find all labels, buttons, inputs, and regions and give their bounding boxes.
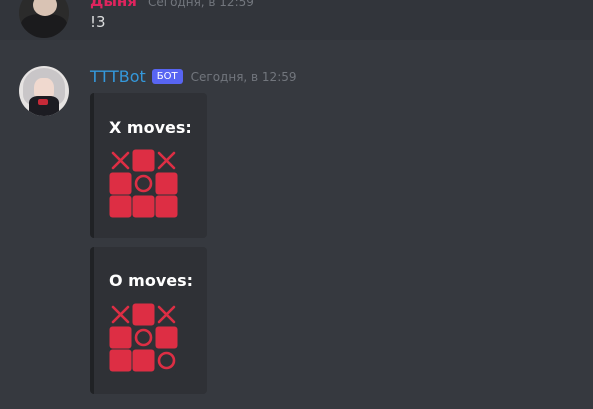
cross-mark-icon bbox=[155, 149, 178, 172]
red-square-icon bbox=[132, 303, 155, 326]
previous-author-avatar[interactable] bbox=[19, 0, 69, 38]
embed-x-moves: X moves: bbox=[90, 93, 207, 238]
red-square-icon bbox=[155, 326, 178, 349]
tic-tac-toe-board bbox=[109, 303, 178, 372]
avatar-body-shape bbox=[21, 14, 67, 38]
red-square-icon bbox=[132, 149, 155, 172]
cross-mark-icon bbox=[155, 303, 178, 326]
previous-author-name[interactable]: Дыня bbox=[90, 0, 137, 10]
bot-message-timestamp: Сегодня, в 12:59 bbox=[190, 69, 297, 84]
embed-title: O moves: bbox=[109, 271, 194, 290]
red-square-icon bbox=[109, 195, 132, 218]
chat-view: Дыня Сегодня, в 12:59 !3 TTTBot БОТ Сего… bbox=[0, 0, 593, 409]
red-square-icon bbox=[132, 195, 155, 218]
previous-message-timestamp: Сегодня, в 12:59 bbox=[148, 0, 254, 9]
red-square-icon bbox=[109, 349, 132, 372]
bot-avatar[interactable] bbox=[19, 66, 69, 116]
hollow-circle-icon bbox=[132, 172, 155, 195]
red-square-icon bbox=[155, 172, 178, 195]
tic-tac-toe-board bbox=[109, 149, 178, 218]
bot-message-header: TTTBot БОТ Сегодня, в 12:59 bbox=[90, 67, 297, 86]
cross-mark-icon bbox=[109, 149, 132, 172]
previous-message-header: Дыня Сегодня, в 12:59 bbox=[90, 0, 254, 11]
hollow-circle-icon bbox=[132, 326, 155, 349]
hollow-circle-icon bbox=[155, 349, 178, 372]
embed-title: X moves: bbox=[109, 118, 192, 137]
red-square-icon bbox=[155, 195, 178, 218]
bot-author-name[interactable]: TTTBot bbox=[90, 67, 146, 86]
embed-o-moves: O moves: bbox=[90, 247, 207, 394]
cross-mark-icon bbox=[109, 303, 132, 326]
previous-message: Дыня Сегодня, в 12:59 !3 bbox=[0, 0, 593, 40]
avatar-accent-shape bbox=[38, 99, 48, 105]
red-square-icon bbox=[109, 172, 132, 195]
previous-message-text: !3 bbox=[90, 13, 106, 31]
red-square-icon bbox=[132, 349, 155, 372]
bot-badge: БОТ bbox=[151, 69, 183, 84]
red-square-icon bbox=[109, 326, 132, 349]
